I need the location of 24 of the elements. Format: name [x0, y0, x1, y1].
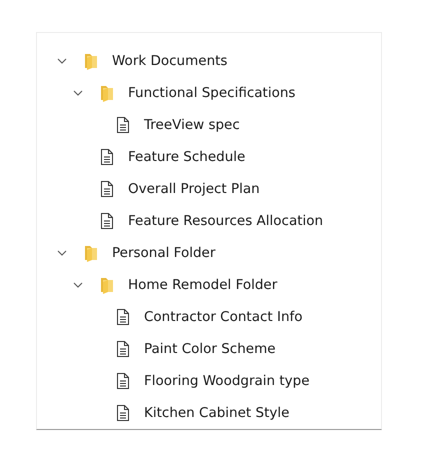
folder-icon: [99, 84, 115, 102]
document-icon: [115, 404, 131, 422]
tree-item-label[interactable]: Contractor Contact Info: [144, 309, 303, 325]
tree-item-label[interactable]: Kitchen Cabinet Style: [144, 405, 290, 421]
document-icon: [99, 212, 115, 230]
folder-icon: [83, 244, 99, 262]
tree-item-label[interactable]: Home Remodel Folder: [128, 277, 278, 293]
document-icon: [115, 308, 131, 326]
document-icon: [115, 340, 131, 358]
tree-item-label[interactable]: Functional Specifications: [128, 85, 296, 101]
folder-icon: [83, 52, 99, 70]
document-icon: [99, 180, 115, 198]
tree-item-label[interactable]: Paint Color Scheme: [144, 341, 276, 357]
document-icon: [99, 148, 115, 166]
tree-item-label[interactable]: Feature Schedule: [128, 149, 246, 165]
document-icon: [115, 116, 131, 134]
tree-item-label[interactable]: Flooring Woodgrain type: [144, 373, 310, 389]
tree-item-label[interactable]: Personal Folder: [112, 245, 216, 261]
tree-item-label[interactable]: Work Documents: [112, 53, 228, 69]
tree-item-label[interactable]: TreeView spec: [144, 117, 240, 133]
tree-item-label[interactable]: Overall Project Plan: [128, 181, 260, 197]
document-icon: [115, 372, 131, 390]
folder-icon: [99, 276, 115, 294]
tree-item-label[interactable]: Feature Resources Allocation: [128, 213, 324, 229]
